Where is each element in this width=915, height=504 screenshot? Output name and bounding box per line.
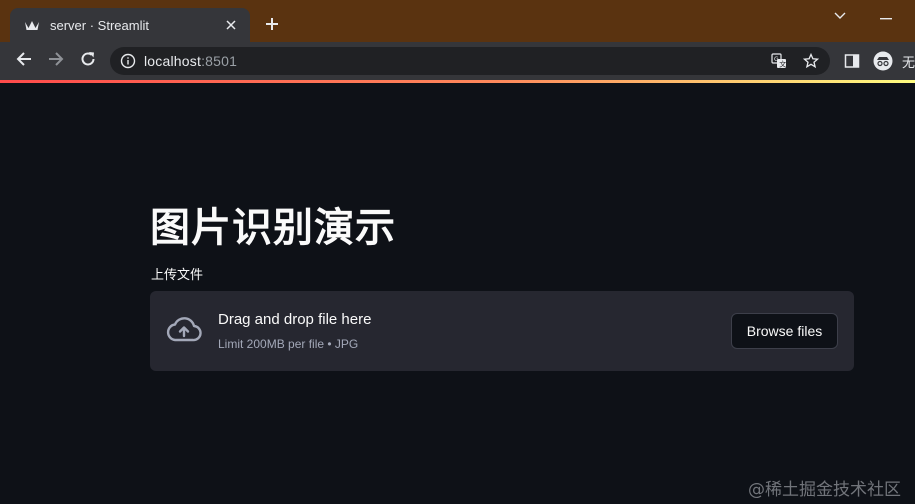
side-panel-icon[interactable]: [842, 51, 862, 71]
browser-tab[interactable]: server · Streamlit: [10, 8, 250, 42]
translate-icon[interactable]: 文 G: [770, 52, 788, 70]
watermark-text: @稀土掘金技术社区: [748, 480, 901, 500]
chevron-down-icon: [834, 7, 846, 25]
plus-icon: [265, 17, 279, 36]
dropzone-limit-text: Limit 200MB per file • JPG: [218, 337, 359, 351]
star-icon[interactable]: [802, 52, 820, 70]
svg-text:文: 文: [779, 60, 786, 69]
address-bar[interactable]: localhost:8501 文 G: [110, 47, 830, 75]
arrow-right-icon: [48, 51, 64, 72]
reload-button[interactable]: [75, 49, 101, 73]
forward-button[interactable]: [43, 49, 69, 73]
browser-toolbar: localhost:8501 文 G 无: [0, 42, 915, 80]
url-text: localhost:8501: [144, 53, 237, 69]
profile-label[interactable]: 无: [902, 52, 915, 71]
reload-icon: [80, 51, 96, 72]
tab-title: server · Streamlit: [50, 17, 149, 33]
app-main: 图片识别演示 上传文件 Drag and drop file here Limi…: [0, 83, 915, 504]
back-button[interactable]: [11, 49, 37, 73]
url-host: localhost: [144, 53, 202, 69]
incognito-avatar-icon[interactable]: [873, 51, 893, 71]
browse-files-button[interactable]: Browse files: [731, 313, 838, 349]
info-icon[interactable]: [120, 53, 136, 69]
dropzone-instructions: Drag and drop file here: [218, 311, 372, 328]
arrow-left-icon: [16, 51, 32, 72]
file-uploader-label: 上传文件: [151, 268, 204, 283]
close-tab-icon[interactable]: [222, 16, 240, 34]
streamlit-crown-icon: [24, 17, 40, 33]
minimize-button[interactable]: [874, 6, 898, 26]
file-dropzone[interactable]: Drag and drop file here Limit 200MB per …: [150, 291, 854, 371]
browser-tabstrip: server · Streamlit: [0, 0, 915, 42]
cloud-upload-icon: [166, 315, 202, 345]
page-title: 图片识别演示: [150, 205, 396, 251]
minimize-icon: [880, 7, 892, 25]
tab-search-button[interactable]: [828, 6, 852, 26]
new-tab-button[interactable]: [260, 14, 284, 38]
svg-text:G: G: [774, 56, 779, 63]
url-port: :8501: [201, 53, 238, 69]
